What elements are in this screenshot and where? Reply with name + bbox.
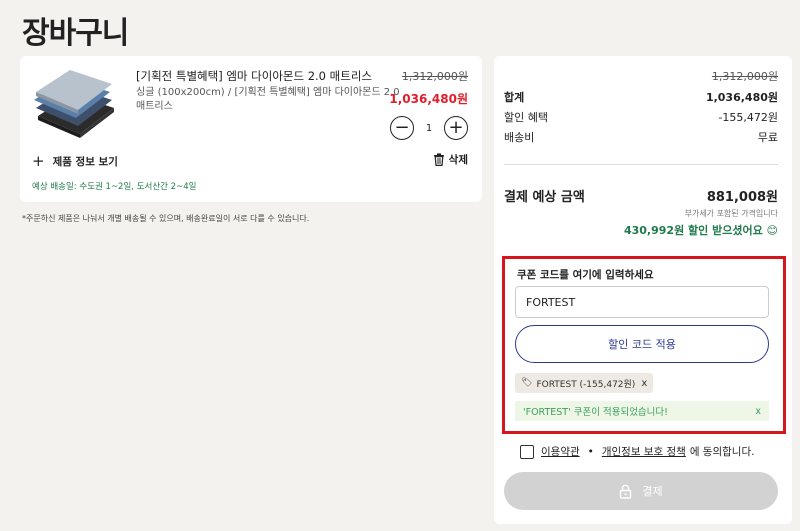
mattress-product-image[interactable] (32, 68, 118, 138)
summary-original-total: 1,312,000원 (711, 70, 778, 83)
tag-icon: 🏷 (521, 378, 533, 388)
coupon-tag-label: FORTEST (-155,472원) (536, 379, 636, 390)
applied-coupon-tag: 🏷 FORTEST (-155,472원) x (515, 373, 654, 393)
expected-payment-amount: 881,008원 (706, 190, 778, 205)
quantity-plus-button[interactable]: + (444, 116, 468, 140)
shipping-estimate: 예상 배송일: 수도권 1~2일, 도서산간 2~4일 (32, 182, 197, 192)
quantity-minus-button[interactable]: − (390, 116, 414, 140)
summary-row-shipping: 배송비 무료 (504, 129, 778, 145)
summary-row-value: 1,036,480원 (705, 91, 778, 104)
summary-row-discount: 할인 혜택 -155,472원 (504, 109, 778, 125)
summary-row-label: 할인 혜택 (504, 111, 548, 124)
product-sale-price: 1,036,480원 (389, 92, 468, 106)
expected-payment-row: 결제 예상 금액 881,008원 (504, 186, 778, 205)
delete-button[interactable]: 삭제 (433, 152, 468, 167)
page-title: 장바구니 (22, 16, 129, 51)
privacy-policy-link[interactable]: 개인정보 보호 정책 (602, 444, 686, 459)
agree-checkbox[interactable] (520, 444, 534, 459)
terms-agreement: 이용약관 • 개인정보 보호 정책 에 동의합니다. (520, 444, 754, 459)
summary-row-label: 배송비 (504, 131, 535, 144)
coupon-section: 쿠폰 코드를 여기에 입력하세요 할인 코드 적용 🏷 FORTEST (-15… (502, 256, 786, 434)
plus-icon: + (32, 152, 45, 170)
coupon-title: 쿠폰 코드를 여기에 입력하세요 (517, 269, 654, 281)
expected-payment-label: 결제 예상 금액 (504, 190, 585, 205)
summary-row-value: 무료 (757, 131, 778, 144)
product-option: 싱글 (100x200cm) / [기획전 특별혜택] 엠마 다이아몬드 2.0… (136, 87, 400, 112)
quantity-value: 1 (425, 122, 433, 134)
product-name[interactable]: [기획전 특별혜택] 엠마 다이아몬드 2.0 매트리스 (136, 68, 406, 84)
quantity-stepper: − 1 + (390, 116, 468, 140)
order-summary-card: 1,312,000원 합계 1,036,480원 할인 혜택 -155,472원… (494, 56, 792, 524)
separator-dot: • (587, 445, 594, 458)
delete-label: 삭제 (448, 154, 468, 166)
product-info-label: 제품 정보 보기 (52, 155, 118, 168)
remove-coupon-button[interactable]: x (641, 378, 647, 389)
trash-icon (433, 153, 444, 166)
cart-item-card: [기획전 특별혜택] 엠마 다이아몬드 2.0 매트리스 싱글 (100x200… (20, 56, 482, 202)
summary-row-label: 합계 (504, 91, 525, 104)
tax-included-note: 부가세가 포함된 가격입니다 (684, 209, 778, 218)
terms-link[interactable]: 이용약관 (541, 444, 580, 459)
coupon-success-message: 'FORTEST' 쿠폰이 적용되었습니다! x (515, 401, 769, 421)
lock-icon (620, 484, 632, 499)
savings-note: 430,992원 할인 받으셨어요 😊 (623, 224, 778, 237)
coupon-success-text: 'FORTEST' 쿠폰이 적용되었습니다! (523, 407, 668, 418)
checkout-label: 결제 (642, 485, 663, 498)
summary-divider (504, 164, 778, 165)
summary-row-total: 합계 1,036,480원 (504, 89, 778, 105)
delivery-footnote: *주문하신 제품은 나눠서 개별 배송될 수 있으며, 배송완료일이 서로 다를… (22, 214, 310, 223)
agreement-suffix: 에 동의합니다. (689, 446, 755, 458)
apply-coupon-button[interactable]: 할인 코드 적용 (515, 325, 769, 363)
summary-row-value: -155,472원 (718, 111, 778, 124)
product-info-toggle[interactable]: + 제품 정보 보기 (32, 152, 118, 170)
product-original-price: 1,312,000원 (401, 70, 468, 83)
checkout-button[interactable]: 결제 (504, 472, 778, 510)
coupon-code-input[interactable] (515, 286, 769, 318)
close-success-button[interactable]: x (755, 406, 761, 417)
